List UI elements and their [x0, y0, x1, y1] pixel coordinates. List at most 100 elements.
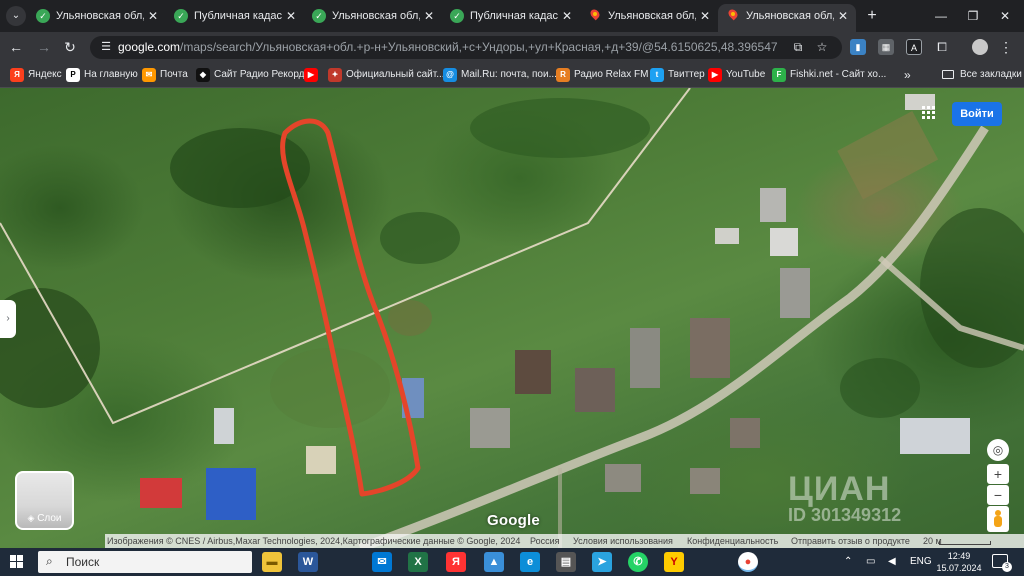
feedback-link[interactable]: Отправить отзыв о продукте [791, 534, 910, 548]
imagery-attribution: Изображения © CNES / Airbus,Maxar Techno… [107, 536, 521, 546]
address-url[interactable]: google.com/maps/search/Ульяновская+обл.+… [118, 36, 778, 59]
relax-icon: R [556, 68, 570, 82]
youtube-icon: ▶ [304, 68, 318, 82]
street-view-pegman-icon[interactable] [987, 506, 1009, 532]
system-clock[interactable]: 12:49 15.07.2024 [928, 550, 990, 574]
house-roof [760, 188, 786, 222]
emblem-icon: ✦ [328, 68, 342, 82]
home-icon: Р [66, 68, 80, 82]
google-logo: Google [487, 512, 540, 529]
google-maps-icon [588, 9, 602, 23]
tab-2[interactable]: ✓ Публичная кадастров ✕ [166, 4, 304, 28]
volume-icon[interactable]: ◀ [888, 556, 896, 568]
forward-arrow-icon[interactable]: → [34, 37, 54, 57]
google-maps-icon [726, 9, 740, 23]
tab-close-icon[interactable]: ✕ [700, 4, 710, 28]
house-roof [575, 368, 615, 412]
bookmark-label: Почта [160, 69, 188, 80]
address-bar[interactable]: ☰ google.com/maps/search/Ульяновская+обл… [90, 36, 842, 59]
mail-app-icon[interactable]: ✉ [372, 552, 392, 572]
telegram-icon[interactable]: ➤ [592, 552, 612, 572]
restore-button[interactable]: ❐ [958, 6, 988, 26]
extension-icon[interactable]: A [906, 39, 922, 55]
extension-icon[interactable]: ▦ [878, 39, 894, 55]
excel-icon[interactable]: X [408, 552, 428, 572]
tab-5[interactable]: Ульяновская обл, р-н ✕ [580, 4, 718, 28]
tab-6-active[interactable]: Ульяновская обл, р-н ✕ [718, 4, 856, 32]
reload-icon[interactable]: ↻ [60, 37, 80, 57]
menu-dots-icon[interactable]: ⋮ [998, 37, 1014, 57]
bookmark-mail[interactable]: ✉ Почта [142, 67, 188, 83]
check-icon: ✓ [450, 9, 464, 23]
bookmark-fishki[interactable]: F Fishki.net - Сайт хо... [772, 67, 886, 83]
bookmark-mailru[interactable]: @ Mail.Ru: почта, пои... [443, 67, 557, 83]
photos-icon[interactable]: ▲ [484, 552, 504, 572]
tab-close-icon[interactable]: ✕ [838, 4, 848, 28]
zoom-out-button[interactable]: − [987, 485, 1009, 505]
scanner-icon[interactable]: ▤ [556, 552, 576, 572]
chrome-icon[interactable]: ● [738, 552, 758, 572]
bookmark-relax-fm[interactable]: R Радио Relax FM [556, 67, 648, 83]
sign-in-button[interactable]: Войти [952, 102, 1002, 126]
bookmark-youtube[interactable]: ▶ YouTube [708, 67, 765, 83]
expand-side-panel-button[interactable]: › [0, 300, 16, 338]
minimize-button[interactable]: — [926, 6, 956, 26]
install-app-icon[interactable]: ⧉ [790, 39, 806, 55]
house-roof [306, 446, 336, 474]
extension-icon[interactable]: ▮ [850, 39, 866, 55]
layers-button[interactable]: ◈ Слои [15, 471, 74, 530]
tab-search-button[interactable]: ⌄ [6, 6, 26, 26]
house-roof [780, 268, 810, 318]
satellite-map[interactable]: › Войти ◈ Слои ◎ + − ЦИАН ID 301349312 G… [0, 88, 1024, 548]
google-apps-icon[interactable] [922, 106, 936, 120]
map-attribution-bar: Изображения © CNES / Airbus,Maxar Techno… [105, 534, 1024, 548]
new-tab-button[interactable]: + [862, 6, 882, 26]
bookmark-home[interactable]: Р На главную [66, 67, 138, 83]
extensions-puzzle-icon[interactable]: ⧠ [934, 39, 950, 55]
bookmark-star-icon[interactable]: ☆ [814, 39, 830, 55]
bookmark-twitter[interactable]: t Твиттер [650, 67, 705, 83]
bookmark-label: Mail.Ru: почта, пои... [461, 69, 557, 80]
country-link[interactable]: Россия [530, 534, 560, 548]
whatsapp-icon[interactable]: ✆ [628, 552, 648, 572]
close-window-button[interactable]: ✕ [990, 6, 1020, 26]
bookmarks-more-chevron[interactable]: » [904, 67, 911, 83]
bookmark-yandex[interactable]: Я Яндекс [10, 67, 62, 83]
layers-label: Слои [37, 513, 62, 524]
word-icon[interactable]: W [298, 552, 318, 572]
yandex-music-icon[interactable]: Y [664, 552, 684, 572]
twitter-icon: t [650, 68, 664, 82]
yandex-browser-icon[interactable]: Я [446, 552, 466, 572]
my-location-icon[interactable]: ◎ [987, 439, 1009, 461]
bookmark-official-site[interactable]: ✦ Официальный сайт... [328, 67, 445, 83]
site-info-icon[interactable]: ☰ [98, 39, 114, 55]
edge-icon[interactable]: e [520, 552, 540, 572]
zoom-in-button[interactable]: + [987, 464, 1009, 484]
back-arrow-icon[interactable]: ← [6, 37, 26, 57]
tab-close-icon[interactable]: ✕ [286, 4, 296, 28]
profile-avatar[interactable] [972, 39, 988, 55]
all-bookmarks-button[interactable]: Все закладки [942, 67, 1022, 83]
tree-cluster [470, 98, 650, 158]
bookmark-record[interactable]: ◆ Сайт Радио Рекорд [196, 67, 305, 83]
tab-title: Ульяновская обл, р-н [332, 10, 420, 22]
house-roof [515, 350, 551, 394]
tab-close-icon[interactable]: ✕ [148, 4, 158, 28]
tree-cluster [380, 212, 460, 264]
terms-link[interactable]: Условия использования [573, 534, 673, 548]
tab-close-icon[interactable]: ✕ [562, 4, 572, 28]
windows-start-icon[interactable] [10, 555, 24, 569]
search-icon: ⌕ [46, 554, 53, 568]
privacy-link[interactable]: Конфиденциальность [687, 534, 778, 548]
tab-3[interactable]: ✓ Ульяновская обл, р-н ✕ [304, 4, 442, 28]
tab-close-icon[interactable]: ✕ [424, 4, 434, 28]
bookmark-youtube-icon-only[interactable]: ▶ [304, 67, 318, 83]
show-hidden-icons-chevron[interactable]: ⌃ [844, 556, 852, 568]
tab-1[interactable]: ✓ Ульяновская обл, р-н ✕ [28, 4, 166, 28]
windows-taskbar: ⌕ Поиск ▬ W ✉ X Я ▲ e ▤ ➤ ✆ Y ● ⌃ ▭ ◀ EN… [0, 548, 1024, 576]
taskbar-search-box[interactable]: ⌕ Поиск [38, 551, 252, 573]
mail-icon: ✉ [142, 68, 156, 82]
tab-4[interactable]: ✓ Публичная кадастров ✕ [442, 4, 580, 28]
file-explorer-icon[interactable]: ▬ [262, 552, 282, 572]
network-icon[interactable]: ▭ [866, 556, 875, 568]
